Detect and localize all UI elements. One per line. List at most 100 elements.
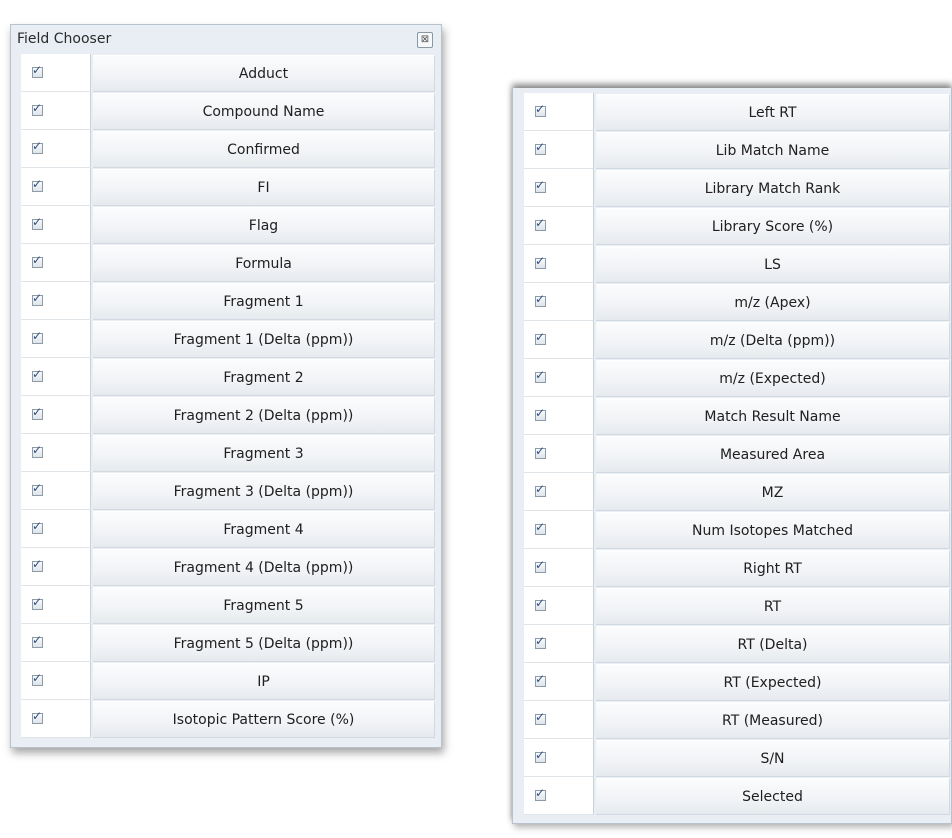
field-row: Lib Match Name xyxy=(524,131,950,169)
field-label[interactable]: Compound Name xyxy=(93,93,435,130)
field-checkbox[interactable] xyxy=(535,672,546,687)
field-checkbox[interactable] xyxy=(32,709,43,724)
field-checkbox[interactable] xyxy=(535,330,546,345)
field-checkbox[interactable] xyxy=(32,557,43,572)
field-label[interactable]: m/z (Expected) xyxy=(596,360,950,397)
field-label[interactable]: Fragment 3 xyxy=(93,435,435,472)
field-checkbox[interactable] xyxy=(32,63,43,78)
field-checkbox-cell xyxy=(524,625,594,663)
field-label[interactable]: Fragment 3 (Delta (ppm)) xyxy=(93,473,435,510)
field-label[interactable]: Formula xyxy=(93,245,435,282)
field-row: Adduct xyxy=(21,54,435,92)
field-checkbox-cell xyxy=(524,207,594,245)
field-row: Right RT xyxy=(524,549,950,587)
field-checkbox[interactable] xyxy=(32,329,43,344)
field-checkbox[interactable] xyxy=(535,444,546,459)
field-checkbox-cell xyxy=(21,244,91,282)
field-checkbox[interactable] xyxy=(535,482,546,497)
field-checkbox-cell xyxy=(524,397,594,435)
field-label[interactable]: Confirmed xyxy=(93,131,435,168)
field-checkbox[interactable] xyxy=(32,405,43,420)
field-label[interactable]: Fragment 5 xyxy=(93,587,435,624)
field-row: Num Isotopes Matched xyxy=(524,511,950,549)
field-row: Flag xyxy=(21,206,435,244)
field-label[interactable]: Lib Match Name xyxy=(596,132,950,169)
field-checkbox-cell xyxy=(524,777,594,815)
field-checkbox[interactable] xyxy=(32,443,43,458)
field-label[interactable]: Selected xyxy=(596,778,950,815)
field-label[interactable]: FI xyxy=(93,169,435,206)
field-label[interactable]: m/z (Delta (ppm)) xyxy=(596,322,950,359)
field-label[interactable]: Fragment 2 xyxy=(93,359,435,396)
field-checkbox[interactable] xyxy=(32,671,43,686)
field-checkbox[interactable] xyxy=(535,292,546,307)
field-checkbox[interactable] xyxy=(535,710,546,725)
field-checkbox[interactable] xyxy=(535,216,546,231)
field-checkbox[interactable] xyxy=(32,633,43,648)
field-label[interactable]: Fragment 5 (Delta (ppm)) xyxy=(93,625,435,662)
field-row: FI xyxy=(21,168,435,206)
field-label[interactable]: Flag xyxy=(93,207,435,244)
field-row: m/z (Apex) xyxy=(524,283,950,321)
field-checkbox[interactable] xyxy=(32,253,43,268)
field-label[interactable]: Fragment 4 (Delta (ppm)) xyxy=(93,549,435,586)
field-checkbox-cell xyxy=(524,511,594,549)
field-label[interactable]: S/N xyxy=(596,740,950,777)
field-checkbox[interactable] xyxy=(535,520,546,535)
field-checkbox[interactable] xyxy=(32,139,43,154)
field-chooser-panel-scrolled: Left RTLib Match NameLibrary Match RankL… xyxy=(512,88,952,824)
field-checkbox[interactable] xyxy=(535,178,546,193)
field-label[interactable]: Fragment 2 (Delta (ppm)) xyxy=(93,397,435,434)
field-checkbox[interactable] xyxy=(32,519,43,534)
field-checkbox[interactable] xyxy=(535,748,546,763)
field-label[interactable]: MZ xyxy=(596,474,950,511)
field-checkbox[interactable] xyxy=(32,291,43,306)
field-label[interactable]: m/z (Apex) xyxy=(596,284,950,321)
field-label[interactable]: Match Result Name xyxy=(596,398,950,435)
field-label[interactable]: Left RT xyxy=(596,94,950,131)
field-list-left: AdductCompound NameConfirmedFIFlagFormul… xyxy=(21,54,435,738)
field-label[interactable]: RT xyxy=(596,588,950,625)
close-icon[interactable]: ⊠ xyxy=(417,32,433,48)
field-checkbox[interactable] xyxy=(535,140,546,155)
field-checkbox[interactable] xyxy=(32,595,43,610)
field-label[interactable]: Fragment 4 xyxy=(93,511,435,548)
field-label[interactable]: RT (Delta) xyxy=(596,626,950,663)
field-row: S/N xyxy=(524,739,950,777)
field-checkbox-cell xyxy=(21,586,91,624)
field-label[interactable]: Fragment 1 (Delta (ppm)) xyxy=(93,321,435,358)
field-label[interactable]: IP xyxy=(93,663,435,700)
field-row: Formula xyxy=(21,244,435,282)
field-row: Fragment 5 (Delta (ppm)) xyxy=(21,624,435,662)
field-label[interactable]: Measured Area xyxy=(596,436,950,473)
field-label[interactable]: RT (Measured) xyxy=(596,702,950,739)
field-label[interactable]: Adduct xyxy=(93,55,435,92)
field-label[interactable]: RT (Expected) xyxy=(596,664,950,701)
field-checkbox[interactable] xyxy=(535,634,546,649)
field-label[interactable]: Fragment 1 xyxy=(93,283,435,320)
field-label[interactable]: Library Match Rank xyxy=(596,170,950,207)
field-checkbox-cell xyxy=(21,282,91,320)
field-label[interactable]: Library Score (%) xyxy=(596,208,950,245)
field-checkbox[interactable] xyxy=(535,596,546,611)
field-checkbox[interactable] xyxy=(535,102,546,117)
field-checkbox-cell xyxy=(524,473,594,511)
field-label[interactable]: Isotopic Pattern Score (%) xyxy=(93,701,435,738)
field-checkbox[interactable] xyxy=(535,558,546,573)
field-label[interactable]: LS xyxy=(596,246,950,283)
field-checkbox[interactable] xyxy=(32,481,43,496)
field-checkbox[interactable] xyxy=(535,254,546,269)
field-label[interactable]: Right RT xyxy=(596,550,950,587)
field-checkbox[interactable] xyxy=(32,177,43,192)
field-checkbox[interactable] xyxy=(32,215,43,230)
field-checkbox-cell xyxy=(524,663,594,701)
field-label[interactable]: Num Isotopes Matched xyxy=(596,512,950,549)
field-checkbox[interactable] xyxy=(32,101,43,116)
field-checkbox[interactable] xyxy=(535,368,546,383)
field-checkbox[interactable] xyxy=(32,367,43,382)
field-checkbox[interactable] xyxy=(535,406,546,421)
field-row: Fragment 2 xyxy=(21,358,435,396)
field-checkbox[interactable] xyxy=(535,786,546,801)
field-checkbox-cell xyxy=(21,206,91,244)
field-checkbox-cell xyxy=(21,54,91,92)
